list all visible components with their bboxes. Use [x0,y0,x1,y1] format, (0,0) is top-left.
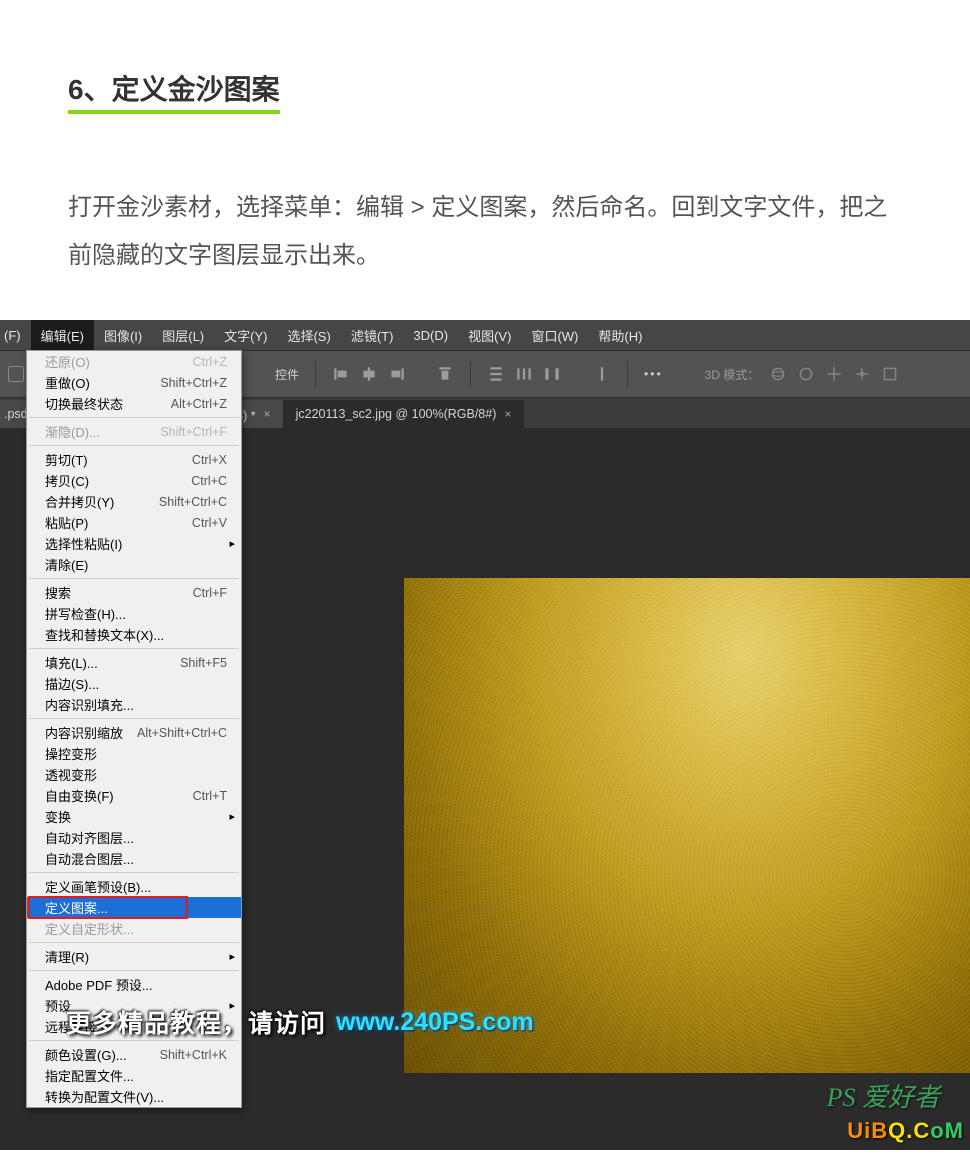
move-3d-icon[interactable] [825,365,843,383]
gold-texture-image [404,578,970,1073]
menu-item[interactable]: 粘贴(P)Ctrl+V [27,512,241,533]
menu-item[interactable]: 剪切(T)Ctrl+X [27,449,241,470]
watermark-ps: PS 爱好者 [827,1077,940,1114]
distribute-spacing-icon[interactable] [543,365,561,383]
menu-item[interactable]: 颜色设置(G)...Shift+Ctrl+K [27,1044,241,1065]
controls-label: 控件 [275,366,299,383]
menu-item[interactable]: 搜索Ctrl+F [27,582,241,603]
align-to-icon[interactable] [593,365,611,383]
menu-item[interactable]: 查找和替换文本(X)... [27,624,241,645]
distribute-h-icon[interactable] [515,365,533,383]
orbit-icon[interactable] [769,365,787,383]
menu-item[interactable]: 转换为配置文件(V)... [27,1086,241,1107]
menu-item[interactable]: (F) [0,320,31,350]
align-left-icon[interactable] [332,365,350,383]
step-title: 6、定义金沙图案 [68,68,280,114]
menu-item[interactable]: 内容识别缩放Alt+Shift+Ctrl+C [27,722,241,743]
menu-item: 定义自定形状... [27,918,241,939]
distribute-v-icon[interactable] [487,365,505,383]
menu-item[interactable]: 指定配置文件... [27,1065,241,1086]
menu-item[interactable]: 编辑(E) [31,320,94,350]
more-icon[interactable]: ••• [644,367,663,381]
watermark-uibq: UiBQ.CoM [847,1118,964,1144]
menu-item[interactable]: 重做(O)Shift+Ctrl+Z [27,372,241,393]
menu-item[interactable]: 定义画笔预设(B)... [27,876,241,897]
menu-item[interactable]: 视图(V) [458,320,521,350]
menu-item[interactable]: 选择(S) [277,320,340,350]
menu-item[interactable]: 文字(Y) [214,320,277,350]
menu-item: 还原(O)Ctrl+Z [27,351,241,372]
close-icon[interactable]: × [504,407,511,421]
photoshop-screenshot: (F)编辑(E)图像(I)图层(L)文字(Y)选择(S)滤镜(T)3D(D)视图… [0,320,970,1150]
align-hcenter-icon[interactable] [360,365,378,383]
pan-icon[interactable] [797,365,815,383]
align-top-icon[interactable] [436,365,454,383]
menu-item[interactable]: Adobe PDF 预设... [27,974,241,995]
menu-item[interactable]: 3D(D) [403,320,458,350]
menu-item[interactable]: 拷贝(C)Ctrl+C [27,470,241,491]
menu-item[interactable]: 变换 [27,806,241,827]
menu-item[interactable]: 图像(I) [94,320,152,350]
menu-item[interactable]: 自动对齐图层... [27,827,241,848]
caption-text: 更多精品教程，请访问 [66,1004,326,1040]
menu-item[interactable]: 自动混合图层... [27,848,241,869]
menu-item[interactable]: 内容识别填充... [27,694,241,715]
close-icon[interactable]: × [264,407,271,421]
menu-item[interactable]: 清除(E) [27,554,241,575]
document-tab[interactable]: jc220113_sc2.jpg @ 100%(RGB/8#)× [284,400,525,428]
slide-icon[interactable] [853,365,871,383]
menu-item[interactable]: 自由变换(F)Ctrl+T [27,785,241,806]
menu-item[interactable]: 清理(R) [27,946,241,967]
menu-item[interactable]: 填充(L)...Shift+F5 [27,652,241,673]
menu-item[interactable]: 描边(S)... [27,673,241,694]
menu-item[interactable]: 图层(L) [152,320,214,350]
article-section: 6、定义金沙图案 打开金沙素材，选择菜单：编辑 > 定义图案，然后命名。回到文字… [0,0,970,320]
menu-item: 渐隐(D)...Shift+Ctrl+F [27,421,241,442]
menu-item[interactable]: 滤镜(T) [341,320,404,350]
edit-menu-dropdown[interactable]: 还原(O)Ctrl+Z重做(O)Shift+Ctrl+Z切换最终状态Alt+Ct… [26,350,242,1108]
tool-preset-icon[interactable] [8,366,24,382]
caption-overlay: 更多精品教程，请访问 www.240PS.com [66,1004,534,1040]
menu-item[interactable]: 切换最终状态Alt+Ctrl+Z [27,393,241,414]
step-body: 打开金沙素材，选择菜单：编辑 > 定义图案，然后命名。回到文字文件，把之前隐藏的… [68,184,902,280]
menu-item[interactable]: 定义图案... [27,897,241,918]
3d-mode-label: 3D 模式： [705,366,760,383]
menu-item[interactable]: 选择性粘贴(I) [27,533,241,554]
caption-link: www.240PS.com [336,1008,534,1037]
scale-3d-icon[interactable] [881,365,899,383]
align-right-icon[interactable] [388,365,406,383]
menu-item[interactable]: 窗口(W) [521,320,588,350]
menu-item[interactable]: 帮助(H) [588,320,652,350]
menu-item[interactable]: 合并拷贝(Y)Shift+Ctrl+C [27,491,241,512]
menu-item[interactable]: 拼写检查(H)... [27,603,241,624]
menu-item[interactable]: 操控变形 [27,743,241,764]
menu-item[interactable]: 透视变形 [27,764,241,785]
menu-bar[interactable]: (F)编辑(E)图像(I)图层(L)文字(Y)选择(S)滤镜(T)3D(D)视图… [0,320,970,350]
